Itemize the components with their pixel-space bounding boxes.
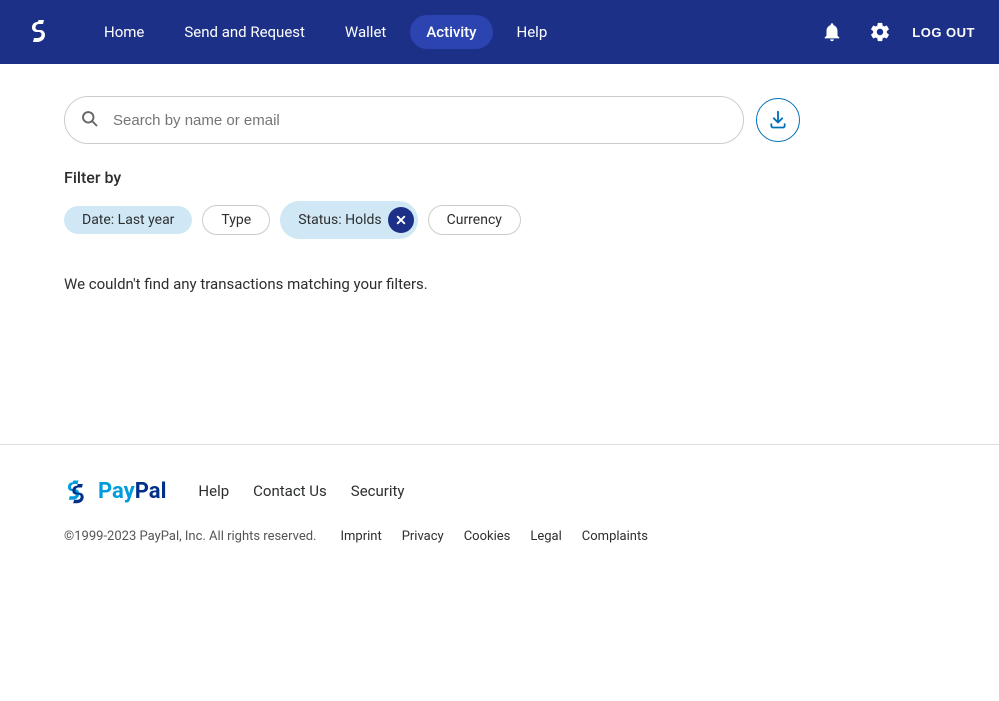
footer-legal-links: Imprint Privacy Cookies Legal Complaints [340, 529, 647, 544]
footer-link-contact-us[interactable]: Contact Us [253, 482, 327, 500]
nav-home[interactable]: Home [88, 15, 160, 49]
filter-chip-type[interactable]: Type [202, 205, 270, 235]
remove-status-filter-button[interactable] [388, 207, 414, 233]
filter-chip-date[interactable]: Date: Last year [64, 206, 192, 234]
download-button[interactable] [756, 98, 800, 142]
search-row [64, 96, 935, 144]
footer-link-help[interactable]: Help [198, 482, 229, 500]
search-container [64, 96, 744, 144]
filter-chip-status[interactable]: Status: Holds [280, 201, 417, 239]
search-icon [80, 109, 98, 131]
footer-link-security[interactable]: Security [351, 482, 405, 500]
footer-nav-links: Help Contact Us Security [198, 482, 404, 500]
filter-chip-currency[interactable]: Currency [428, 205, 521, 235]
navbar: Home Send and Request Wallet Activity He… [0, 0, 999, 64]
logout-button[interactable]: LOG OUT [912, 25, 975, 40]
footer-legal-imprint[interactable]: Imprint [340, 529, 381, 544]
notification-button[interactable] [816, 16, 848, 48]
footer-top: PayPal Help Contact Us Security [64, 477, 935, 505]
nav-wallet[interactable]: Wallet [329, 15, 402, 49]
footer-legal-complaints[interactable]: Complaints [582, 529, 648, 544]
nav-help[interactable]: Help [501, 15, 564, 49]
footer-logo: PayPal [64, 477, 166, 505]
footer-logo-text: PayPal [98, 479, 166, 504]
footer: PayPal Help Contact Us Security ©1999-20… [0, 445, 999, 568]
settings-button[interactable] [864, 16, 896, 48]
main-content: Filter by Date: Last year Type Status: H… [0, 64, 999, 444]
footer-copyright: ©1999-2023 PayPal, Inc. All rights reser… [64, 529, 316, 544]
nav-activity[interactable]: Activity [410, 15, 492, 49]
footer-legal-cookies[interactable]: Cookies [464, 529, 511, 544]
filter-chips: Date: Last year Type Status: Holds Curre… [64, 201, 935, 239]
footer-bottom: ©1999-2023 PayPal, Inc. All rights reser… [64, 529, 935, 544]
filter-chip-status-label: Status: Holds [298, 212, 381, 228]
navbar-logo [24, 16, 56, 48]
footer-legal-privacy[interactable]: Privacy [402, 529, 444, 544]
filter-label: Filter by [64, 168, 935, 187]
nav-send-request[interactable]: Send and Request [168, 15, 321, 49]
search-input[interactable] [64, 96, 744, 144]
no-results-message: We couldn't find any transactions matchi… [64, 275, 935, 293]
navbar-right: LOG OUT [816, 16, 975, 48]
navbar-links: Home Send and Request Wallet Activity He… [88, 15, 816, 49]
footer-legal-legal[interactable]: Legal [530, 529, 561, 544]
